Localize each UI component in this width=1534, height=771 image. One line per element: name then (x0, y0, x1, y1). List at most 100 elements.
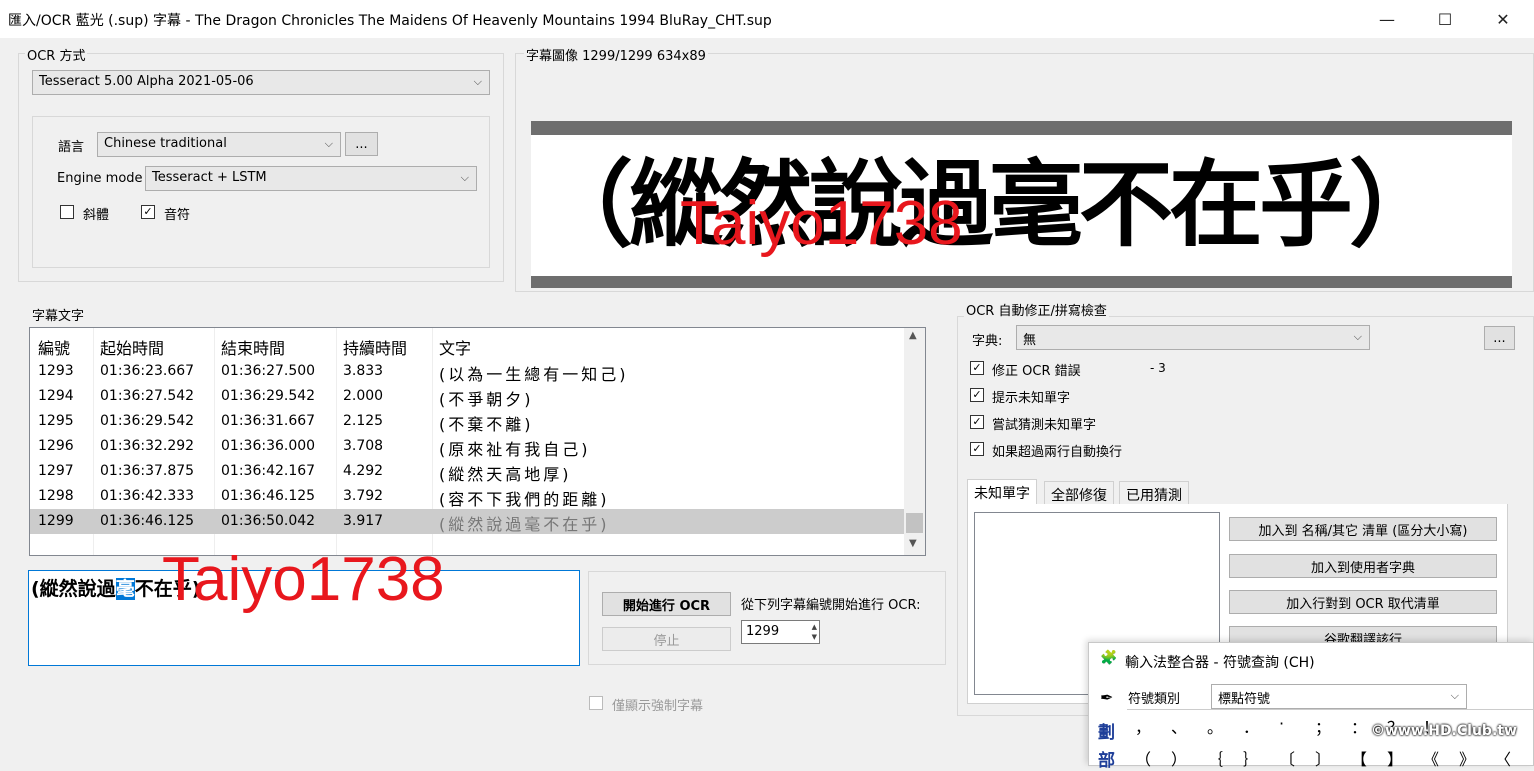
cell-end: 01:36:31.667 (221, 413, 316, 429)
cell-duration: 2.125 (343, 413, 384, 429)
ime-symbol[interactable]: 、 (1171, 714, 1187, 738)
column-text[interactable]: 文字 (439, 335, 471, 359)
ime-symbol[interactable]: 》 (1459, 746, 1475, 770)
ocr-engine-value: Tesseract 5.00 Alpha 2021-05-06 (39, 74, 254, 89)
auto-wrap-checkbox[interactable]: ✓ (970, 442, 984, 456)
cell-number: 1296 (38, 438, 74, 454)
cell-text: (以為一生總有一知己) (439, 365, 629, 384)
ime-symbol[interactable]: 〈 (1495, 746, 1511, 770)
ime-symbol[interactable]: 〔 (1279, 746, 1295, 770)
add-to-ocr-replace-button[interactable]: 加入行對到 OCR 取代清單 (1229, 590, 1497, 614)
autocorrect-label: OCR 自動修正/拼寫檢查 (964, 300, 1109, 319)
subtitle-list[interactable]: 編號 起始時間 結束時間 持續時間 文字 1293 01:36:23.667 01:… (29, 327, 926, 556)
tab-all-fixes[interactable]: 全部修復 (1044, 481, 1114, 505)
cell-number: 1293 (38, 363, 74, 379)
cell-start: 01:36:27.542 (100, 388, 195, 404)
dictionary-label: 字典: (972, 334, 1003, 349)
cell-start: 01:36:23.667 (100, 363, 195, 379)
prompt-unknown-checkbox[interactable]: ✓ (970, 388, 984, 402)
cell-start: 01:36:42.333 (100, 488, 195, 504)
ime-symbol[interactable]: 〕 (1315, 746, 1331, 770)
maximize-button[interactable]: ☐ (1422, 0, 1468, 38)
ime-symbol[interactable]: ． (1243, 714, 1259, 738)
guess-unknown-label: 嘗試猜測未知單字 (992, 418, 1097, 433)
table-row[interactable]: 1297 01:36:37.875 01:36:42.167 4.292 (縱然天高地厚… (30, 459, 904, 484)
ime-side-label-stroke[interactable]: 劃 (1098, 718, 1115, 743)
watermark-text-2: Taiyo1738 (162, 545, 445, 614)
cell-number: 1295 (38, 413, 74, 429)
italic-checkbox[interactable] (60, 205, 74, 219)
add-to-names-button[interactable]: 加入到 名稱/其它 清單 (區分大小寫) (1229, 517, 1497, 541)
language-more-button[interactable]: ... (345, 132, 378, 156)
column-end[interactable]: 結束時間 (221, 335, 285, 359)
column-number[interactable]: 編號 (38, 335, 70, 359)
table-row[interactable]: 1298 01:36:42.333 01:36:46.125 3.792 (容不下我們的… (30, 484, 904, 509)
ime-symbol[interactable]: ｛ (1207, 746, 1223, 770)
cell-text: (不棄不離) (439, 415, 534, 434)
language-label: 語言 (58, 140, 85, 155)
cell-duration: 3.792 (343, 488, 384, 504)
close-button[interactable]: ✕ (1480, 0, 1526, 38)
ime-symbol[interactable]: 【 (1351, 746, 1367, 770)
ime-side-label-radical[interactable]: 部 (1098, 746, 1115, 771)
cell-number: 1299 (38, 513, 74, 529)
cell-duration: 4.292 (343, 463, 384, 479)
start-from-label: 從下列字幕編號開始進行 OCR: (741, 598, 921, 613)
italic-label: 斜體 (83, 208, 110, 223)
editor-text-before: (縱然說過 (31, 578, 116, 600)
column-start[interactable]: 起始時間 (100, 335, 164, 359)
subtitle-image-preview: （縱然說過毫不在乎） (531, 121, 1512, 288)
ime-symbol[interactable]: ： (1351, 714, 1367, 738)
ime-symbol[interactable]: ） (1171, 746, 1187, 770)
start-from-value: 1299 (746, 624, 780, 639)
table-row[interactable]: 1295 01:36:29.542 01:36:31.667 2.125 (不棄不離) (30, 409, 904, 434)
site-watermark: ©www.HD.Club.tw (1371, 723, 1517, 739)
table-row[interactable]: 1299 01:36:46.125 01:36:50.042 3.917 (縱然說過毫不… (30, 509, 904, 534)
cell-start: 01:36:29.542 (100, 413, 195, 429)
dictionary-more-button[interactable]: ... (1484, 326, 1515, 350)
minimize-button[interactable]: — (1364, 0, 1410, 38)
fix-ocr-errors-label: 修正 OCR 錯誤 (992, 364, 1081, 379)
list-header: 編號 起始時間 結束時間 持續時間 文字 (30, 331, 904, 359)
table-row[interactable]: 1294 01:36:27.542 01:36:29.542 2.000 (不爭朝夕) (30, 384, 904, 409)
fix-ocr-errors-checkbox[interactable]: ✓ (970, 361, 984, 375)
ime-symbol[interactable]: ， (1135, 714, 1151, 738)
scroll-down-icon[interactable]: ▼ (909, 538, 917, 549)
window-title: 匯入/OCR 藍光 (.sup) 字幕 - The Dragon Chronic… (8, 13, 772, 29)
scroll-thumb[interactable] (906, 513, 923, 533)
list-scrollbar[interactable]: ▲ ▼ (904, 328, 925, 555)
start-ocr-button[interactable]: 開始進行 OCR (602, 592, 731, 616)
column-duration[interactable]: 持續時間 (343, 335, 407, 359)
add-to-user-dict-button[interactable]: 加入到使用者字典 (1229, 554, 1497, 578)
cell-duration: 3.833 (343, 363, 384, 379)
ime-symbol[interactable]: · (1279, 714, 1284, 733)
cell-duration: 2.000 (343, 388, 384, 404)
dictionary-select[interactable]: 無 ⌵ (1016, 325, 1370, 350)
prompt-unknown-label: 提示未知單字 (992, 391, 1071, 406)
ime-category-select[interactable]: 標點符號 ⌵ (1211, 684, 1467, 709)
spin-arrows-icon[interactable]: ▲ ▼ (812, 622, 817, 642)
table-row[interactable]: 1293 01:36:23.667 01:36:27.500 3.833 (以為一生總有… (30, 359, 904, 384)
guess-unknown-checkbox[interactable]: ✓ (970, 415, 984, 429)
tab-guesses-used[interactable]: 已用猜測 (1119, 481, 1189, 505)
language-select[interactable]: Chinese traditional ⌵ (97, 132, 341, 157)
pen-icon[interactable]: ✒ (1100, 688, 1113, 707)
tab-unknown-words[interactable]: 未知單字 (967, 479, 1037, 505)
ime-symbol[interactable]: （ (1135, 746, 1151, 770)
ime-symbol[interactable]: 《 (1423, 746, 1439, 770)
cell-end: 01:36:42.167 (221, 463, 316, 479)
engine-mode-select[interactable]: Tesseract + LSTM ⌵ (145, 166, 477, 191)
ime-symbol[interactable]: ｝ (1243, 746, 1259, 770)
ime-symbol[interactable]: 。 (1207, 714, 1223, 738)
editor-text-selected: 毫 (115, 578, 135, 600)
forced-only-checkbox[interactable] (589, 696, 603, 710)
title-bar: 匯入/OCR 藍光 (.sup) 字幕 - The Dragon Chronic… (0, 0, 1534, 38)
table-row[interactable]: 1296 01:36:32.292 01:36:36.000 3.708 (原來祉有我自… (30, 434, 904, 459)
ocr-engine-select[interactable]: Tesseract 5.00 Alpha 2021-05-06 ⌵ (32, 70, 490, 95)
ime-symbol[interactable]: 】 (1387, 746, 1403, 770)
ime-symbol[interactable]: ； (1315, 714, 1331, 738)
stop-button[interactable]: 停止 (602, 627, 731, 651)
start-from-input[interactable]: 1299 ▲ ▼ (741, 620, 820, 644)
scroll-up-icon[interactable]: ▲ (909, 330, 917, 341)
music-note-checkbox[interactable]: ✓ (141, 205, 155, 219)
